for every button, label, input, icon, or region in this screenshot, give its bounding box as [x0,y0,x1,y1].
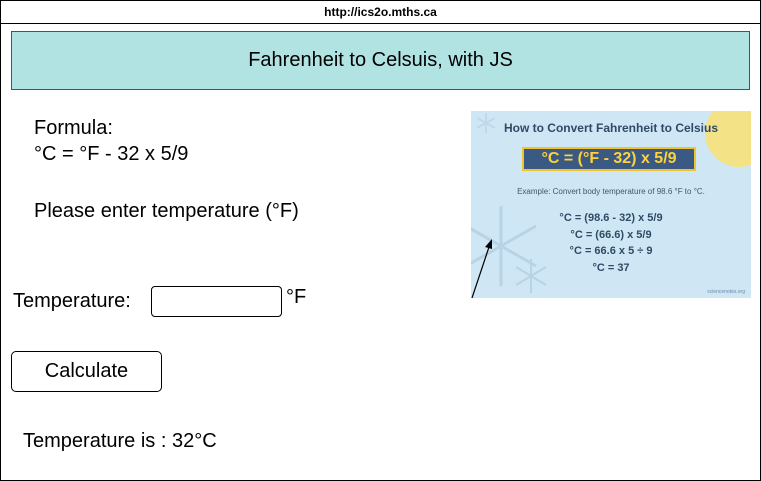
infographic-title: How to Convert Fahrenheit to Celsius [503,121,719,135]
page-header: Fahrenheit to Celsuis, with JS [11,31,750,90]
infographic-step-2: °C = (66.6) x 5/9 [570,229,652,241]
temperature-input[interactable] [151,286,282,317]
infographic-step-1: °C = (98.6 - 32) x 5/9 [559,212,663,224]
calculate-button[interactable]: Calculate [11,351,162,392]
result-text: Temperature is : 32°C [23,430,217,452]
infographic-formula: °C = (°F - 32) x 5/9 [522,147,696,171]
formula-text: °C = °F - 32 x 5/9 [34,143,189,165]
sun-shape [705,111,751,167]
infographic-example: Example: Convert body temperature of 98.… [517,187,705,196]
instructions-text: Please enter temperature (°F) [34,200,299,222]
url-bar[interactable]: http://ics2o.mths.ca [1,1,760,24]
page-frame: http://ics2o.mths.ca Fahrenheit to Celsu… [0,0,761,481]
conversion-infographic: How to Convert Fahrenheit to Celsius °C … [471,111,751,298]
page-title: Fahrenheit to Celsuis, with JS [248,49,513,71]
fahrenheit-unit: °F [286,286,307,308]
infographic-source: sciencenotes.org [707,289,745,295]
temperature-label: Temperature: [13,290,131,312]
formula-label: Formula: [34,117,113,139]
infographic-step-3: °C = 66.6 x 5 ÷ 9 [569,245,653,257]
infographic-step-4: °C = 37 [592,262,630,274]
url-text: http://ics2o.mths.ca [324,5,437,19]
